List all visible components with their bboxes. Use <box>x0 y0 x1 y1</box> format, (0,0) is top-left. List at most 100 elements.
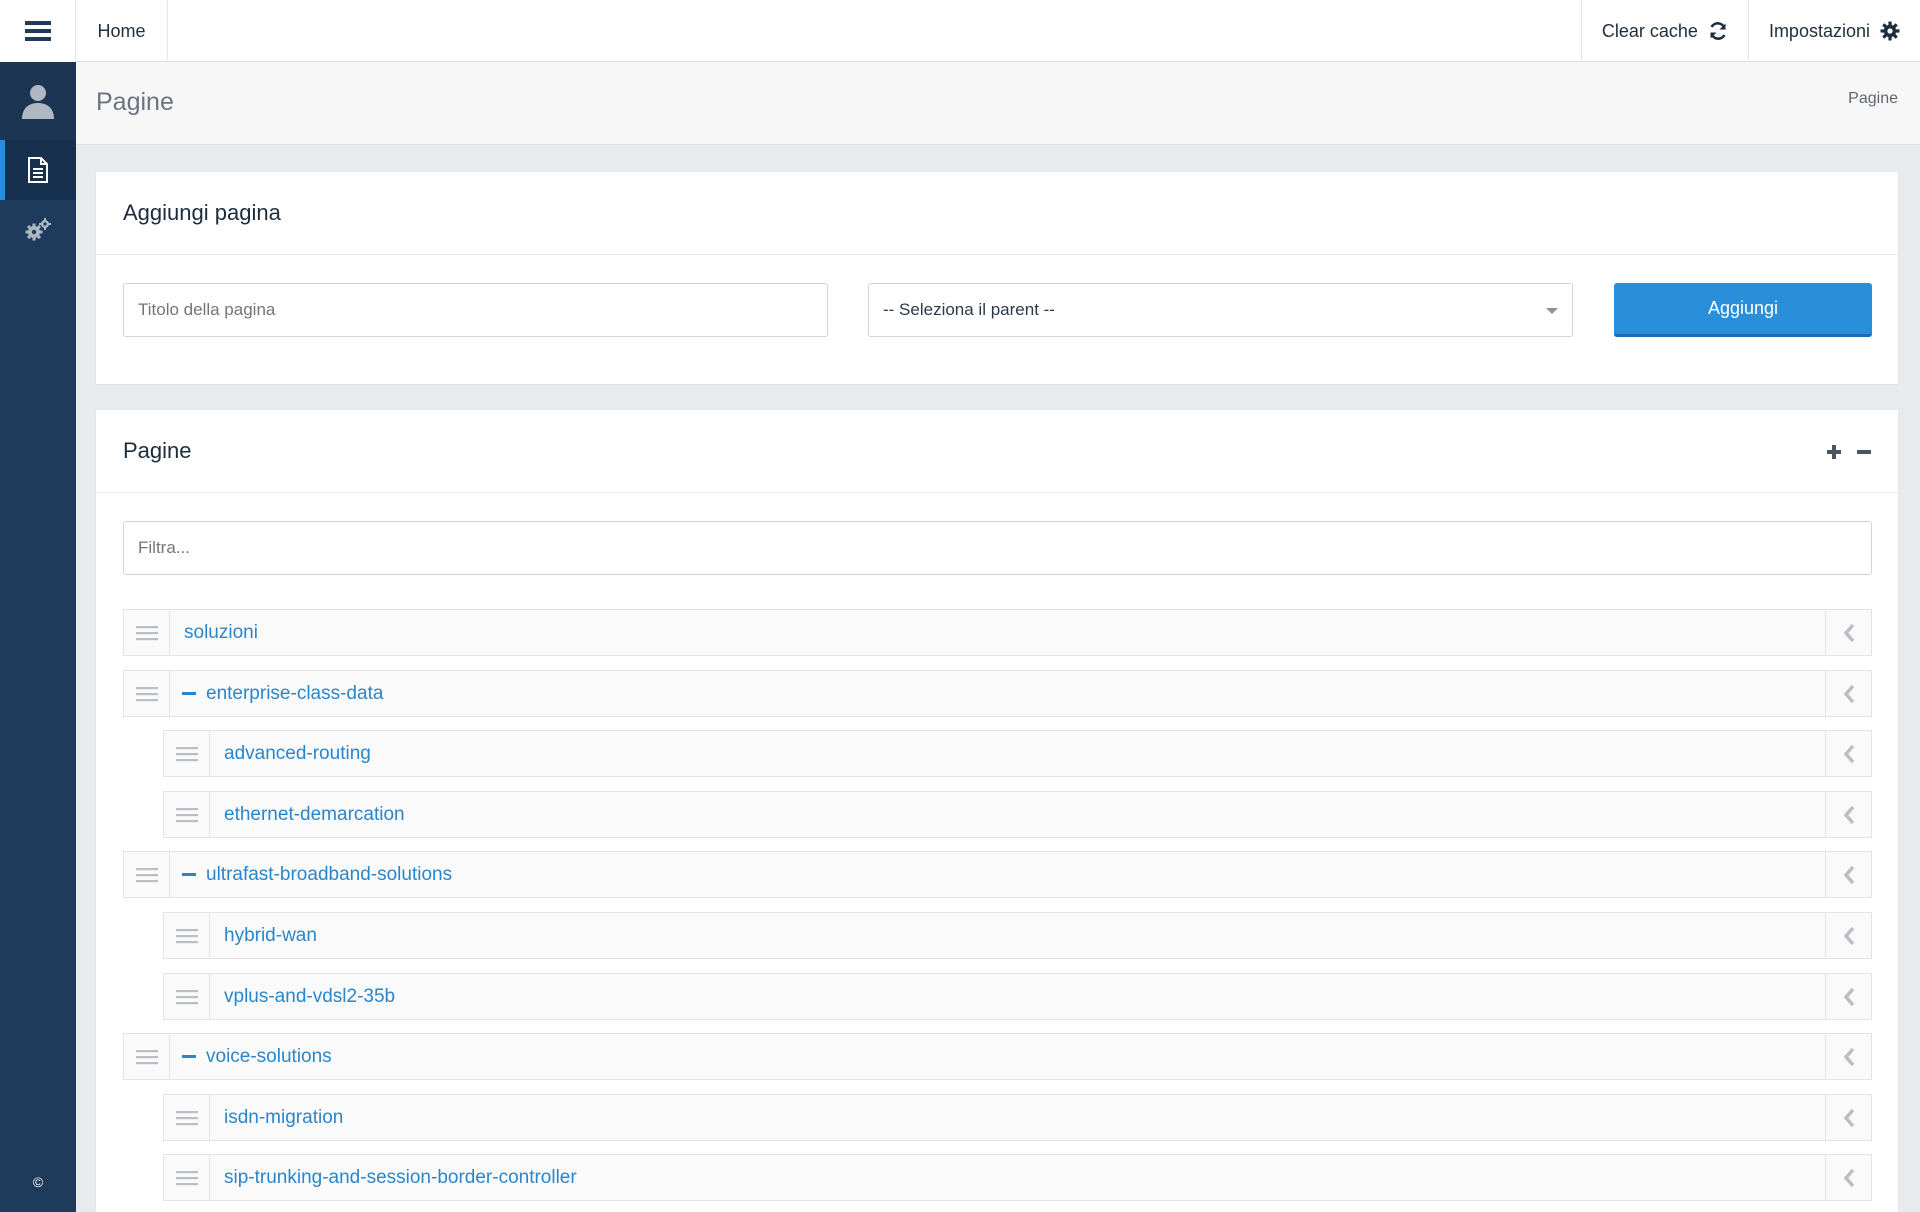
tree-row-label-wrap[interactable]: soluzioni <box>170 622 1825 644</box>
tree-row-label-wrap[interactable]: voice-solutions <box>170 1046 1825 1068</box>
parent-select[interactable]: -- Seleziona il parent -- <box>868 283 1573 337</box>
page-link[interactable]: voice-solutions <box>206 1046 332 1068</box>
pages-panel: Pagine soluzioni enterprise-class-data adv… <box>96 410 1898 1212</box>
user-icon <box>22 85 54 119</box>
drag-handle-icon <box>135 867 158 882</box>
row-toggle-button[interactable] <box>1825 1095 1871 1140</box>
sidebar-item-pages[interactable] <box>0 140 76 200</box>
tree-row[interactable]: soluzioni <box>123 609 1872 656</box>
parent-select-value: -- Seleziona il parent -- <box>883 300 1055 319</box>
user-avatar[interactable] <box>0 62 76 140</box>
drag-handle[interactable] <box>124 610 170 655</box>
tree-row[interactable]: advanced-routing <box>163 730 1872 777</box>
tree-row[interactable]: ethernet-demarcation <box>163 791 1872 838</box>
tree-row-label-wrap[interactable]: sip-trunking-and-session-border-controll… <box>210 1167 1825 1189</box>
chevron-left-icon <box>1843 987 1854 1006</box>
page-link[interactable]: enterprise-class-data <box>206 683 383 705</box>
collapse-icon[interactable] <box>182 692 196 695</box>
page-link[interactable]: advanced-routing <box>224 743 371 765</box>
tree-row[interactable]: ultrafast-broadband-solutions <box>123 851 1872 898</box>
row-toggle-button[interactable] <box>1825 1155 1871 1200</box>
drag-handle[interactable] <box>164 792 210 837</box>
breadcrumb: Pagine <box>1848 90 1898 107</box>
tree-row-label-wrap[interactable]: vplus-and-vdsl2-35b <box>210 986 1825 1008</box>
tree-row-label-wrap[interactable]: isdn-migration <box>210 1107 1825 1129</box>
chevron-left-icon <box>1843 744 1854 763</box>
copyright-mark: © <box>32 1174 44 1190</box>
row-toggle-button[interactable] <box>1825 852 1871 897</box>
drag-handle-icon <box>175 928 198 943</box>
settings-label: Impostazioni <box>1768 20 1870 41</box>
drag-handle[interactable] <box>124 671 170 716</box>
drag-handle-icon <box>135 625 158 640</box>
gears-icon <box>25 218 51 241</box>
tree-row[interactable]: voice-solutions <box>123 1033 1872 1080</box>
pages-panel-title: Pagine <box>123 438 192 463</box>
tree-row-label-wrap[interactable]: enterprise-class-data <box>170 683 1825 705</box>
drag-handle[interactable] <box>124 852 170 897</box>
nav-home-link[interactable]: Home <box>76 0 168 62</box>
add-page-panel: Aggiungi pagina -- Seleziona il parent -… <box>96 172 1898 384</box>
page-link[interactable]: isdn-migration <box>224 1107 343 1129</box>
tree-row-label-wrap[interactable]: ultrafast-broadband-solutions <box>170 864 1825 886</box>
collapse-all-icon[interactable] <box>1856 444 1872 460</box>
chevron-left-icon <box>1843 1047 1854 1066</box>
clear-cache-button[interactable]: Clear cache <box>1580 0 1748 62</box>
document-icon <box>28 157 48 183</box>
page-link[interactable]: ultrafast-broadband-solutions <box>206 864 452 886</box>
navbar-right: Clear cache Impostazioni <box>1580 0 1920 62</box>
row-toggle-button[interactable] <box>1825 610 1871 655</box>
filter-input[interactable] <box>123 521 1872 575</box>
expand-all-icon[interactable] <box>1826 444 1842 460</box>
row-toggle-button[interactable] <box>1825 731 1871 776</box>
drag-handle[interactable] <box>164 1155 210 1200</box>
drag-handle[interactable] <box>164 731 210 776</box>
tree-row-label-wrap[interactable]: hybrid-wan <box>210 925 1825 947</box>
tree-row-label-wrap[interactable]: ethernet-demarcation <box>210 804 1825 826</box>
top-navbar: Home Clear cache Impostazioni <box>0 0 1920 62</box>
page-header: Pagine Pagine <box>76 62 1920 145</box>
collapse-icon[interactable] <box>182 873 196 876</box>
page-link[interactable]: hybrid-wan <box>224 925 317 947</box>
gear-icon <box>1880 21 1900 41</box>
tree-row[interactable]: sip-trunking-and-session-border-controll… <box>163 1154 1872 1201</box>
sidebar-item-settings[interactable] <box>0 200 76 260</box>
page-title: Pagine <box>96 88 174 116</box>
page-link[interactable]: sip-trunking-and-session-border-controll… <box>224 1167 577 1189</box>
drag-handle[interactable] <box>164 1095 210 1140</box>
drag-handle[interactable] <box>124 1034 170 1079</box>
drag-handle-icon <box>135 686 158 701</box>
page-link[interactable]: ethernet-demarcation <box>224 804 405 826</box>
pages-panel-header: Pagine <box>96 410 1898 493</box>
chevron-left-icon <box>1843 926 1854 945</box>
drag-handle[interactable] <box>164 913 210 958</box>
row-toggle-button[interactable] <box>1825 913 1871 958</box>
chevron-left-icon <box>1843 684 1854 703</box>
tree-row[interactable]: hybrid-wan <box>163 912 1872 959</box>
tree-row[interactable]: enterprise-class-data <box>123 670 1872 717</box>
row-toggle-button[interactable] <box>1825 974 1871 1019</box>
row-toggle-button[interactable] <box>1825 671 1871 716</box>
add-page-panel-header: Aggiungi pagina <box>96 172 1898 255</box>
caret-down-icon <box>1546 308 1558 314</box>
tree-row-label-wrap[interactable]: advanced-routing <box>210 743 1825 765</box>
tree-row[interactable]: vplus-and-vdsl2-35b <box>163 973 1872 1020</box>
page-link[interactable]: vplus-and-vdsl2-35b <box>224 986 395 1008</box>
hamburger-menu-button[interactable] <box>0 0 76 62</box>
row-toggle-button[interactable] <box>1825 1034 1871 1079</box>
add-page-button[interactable]: Aggiungi <box>1614 283 1872 337</box>
settings-button[interactable]: Impostazioni <box>1747 0 1920 62</box>
tree-row[interactable]: isdn-migration <box>163 1094 1872 1141</box>
drag-handle-icon <box>135 1049 158 1064</box>
chevron-left-icon <box>1843 1108 1854 1127</box>
collapse-icon[interactable] <box>182 1055 196 1058</box>
page-link[interactable]: soluzioni <box>184 622 258 644</box>
row-toggle-button[interactable] <box>1825 792 1871 837</box>
chevron-left-icon <box>1843 805 1854 824</box>
drag-handle[interactable] <box>164 974 210 1019</box>
drag-handle-icon <box>175 1110 198 1125</box>
chevron-left-icon <box>1843 623 1854 642</box>
page-title-input[interactable] <box>123 283 828 337</box>
hamburger-icon <box>24 21 51 41</box>
add-page-panel-title: Aggiungi pagina <box>123 200 281 225</box>
